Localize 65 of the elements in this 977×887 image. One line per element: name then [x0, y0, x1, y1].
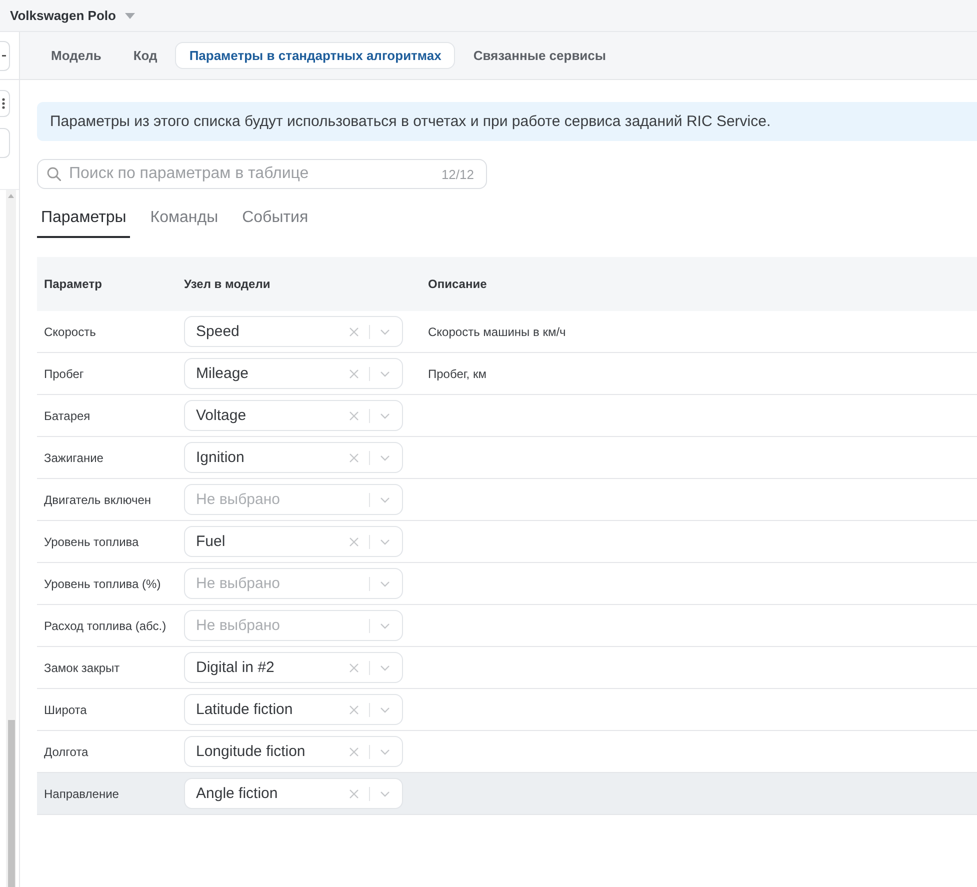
chevron-down-icon[interactable]	[380, 496, 390, 502]
chevron-down-icon[interactable]	[380, 790, 390, 796]
node-select[interactable]: Latitude fiction	[184, 694, 403, 725]
column-header: Параметр	[44, 277, 102, 291]
clear-icon[interactable]	[349, 452, 359, 462]
parameter-name: Уровень топлива (%)	[44, 576, 161, 590]
column-header: Узел в модели	[184, 277, 270, 291]
parameter-name: Зажигание	[44, 450, 104, 464]
tab[interactable]: Параметры в стандартных алгоритмах	[175, 42, 456, 69]
parameter-name: Двигатель включен	[44, 492, 152, 506]
parameter-name: Долгота	[44, 744, 88, 758]
parameter-name: Пробег	[44, 366, 84, 380]
node-select[interactable]: Angle fiction	[184, 778, 403, 809]
chevron-down-icon[interactable]	[380, 580, 390, 586]
parameter-name: Уровень топлива	[44, 534, 139, 548]
clear-icon[interactable]	[349, 326, 359, 336]
chevron-down-icon[interactable]	[380, 748, 390, 754]
chevron-down-icon[interactable]	[380, 412, 390, 418]
clear-icon[interactable]	[349, 704, 359, 714]
node-select[interactable]: Voltage	[184, 400, 403, 431]
tab[interactable]: Модель	[37, 42, 116, 69]
clear-icon[interactable]	[349, 410, 359, 420]
chevron-down-icon[interactable]	[380, 328, 390, 334]
search-icon	[47, 167, 61, 181]
node-select[interactable]: Ignition	[184, 442, 403, 473]
scrollbar-thumb[interactable]	[8, 720, 14, 887]
clear-icon[interactable]	[349, 536, 359, 546]
chevron-down-icon[interactable]	[380, 622, 390, 628]
node-select[interactable]: Longitude fiction	[184, 736, 403, 767]
parameter-name: Направление	[44, 786, 119, 800]
chevron-down-icon[interactable]	[380, 370, 390, 376]
tab[interactable]: События	[238, 205, 312, 238]
clear-icon[interactable]	[349, 788, 359, 798]
node-select[interactable]: Fuel	[184, 526, 403, 557]
node-select[interactable]: Digital in #2	[184, 652, 403, 683]
parameter-name: Замок закрыт	[44, 660, 120, 674]
chevron-down-icon[interactable]	[380, 538, 390, 544]
tab[interactable]: Код	[119, 42, 172, 69]
description-text: Пробег, км	[428, 366, 486, 380]
parameter-name: Скорость	[44, 324, 96, 338]
parameter-name: Расход топлива (абс.)	[44, 618, 166, 632]
vehicle-title[interactable]: Volkswagen Polo	[10, 8, 116, 23]
clear-icon[interactable]	[349, 662, 359, 672]
dash-icon	[2, 54, 6, 56]
info-text: Параметры из этого списка будут использоваться в отчетах и при работе сервиса заданий RIC Service.	[50, 113, 771, 130]
chevron-down-icon[interactable]	[380, 664, 390, 670]
node-select[interactable]: Mileage	[184, 358, 403, 389]
parameter-name: Батарея	[44, 408, 90, 422]
tab[interactable]: Параметры	[37, 205, 130, 238]
column-header: Описание	[428, 277, 487, 291]
tab[interactable]: Команды	[146, 205, 222, 238]
clear-icon[interactable]	[349, 746, 359, 756]
chevron-down-icon[interactable]	[380, 454, 390, 460]
result-count: 12/12	[441, 166, 474, 182]
parameter-name: Широта	[44, 702, 87, 716]
caret-down-icon[interactable]	[124, 12, 135, 18]
search-input[interactable]: Поиск по параметрам в таблице	[69, 165, 434, 183]
chevron-down-icon[interactable]	[380, 706, 390, 712]
scroll-up-icon[interactable]	[8, 194, 14, 198]
description-text: Скорость машины в км/ч	[428, 324, 566, 338]
clear-icon[interactable]	[349, 368, 359, 378]
node-select[interactable]: Speed	[184, 316, 403, 347]
sidebar-button[interactable]	[0, 90, 10, 117]
dots-icon	[2, 98, 5, 109]
tab[interactable]: Связанные сервисы	[459, 42, 620, 69]
